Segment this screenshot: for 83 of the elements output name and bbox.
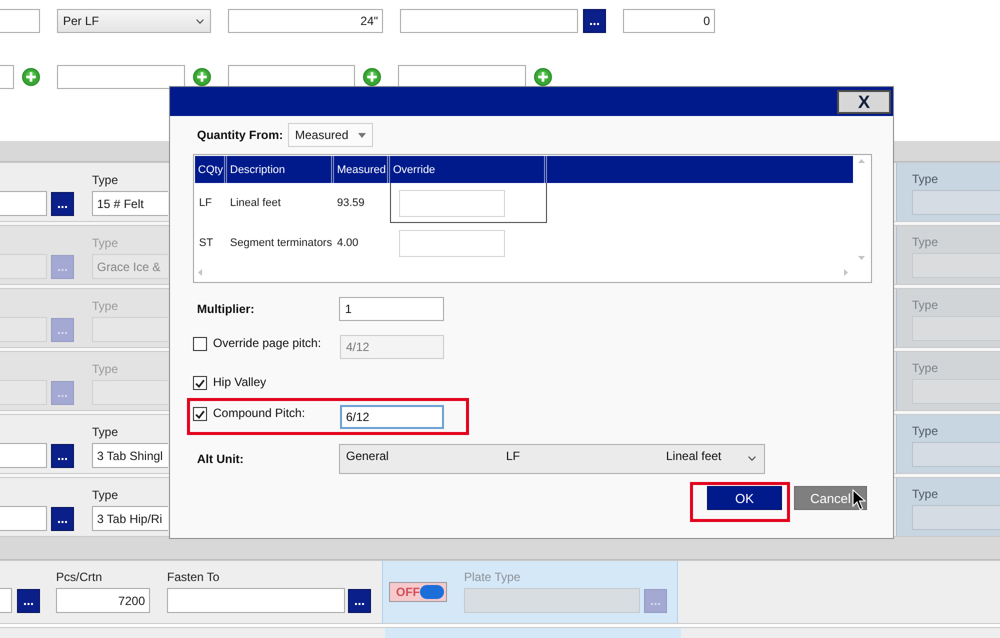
input-field[interactable]: 0 [623,9,715,33]
input-field[interactable]: 7200 [56,588,150,613]
input-field[interactable] [0,191,47,216]
dropdown[interactable]: Measured [288,123,373,147]
field-label: Type [92,173,120,188]
input-field[interactable] [399,230,505,257]
input-field[interactable] [0,506,47,531]
checkmark-icon [195,378,205,388]
input-field[interactable] [57,65,185,89]
browse-button[interactable] [51,507,74,531]
table-cell-text: ST [198,236,214,251]
field-label: Type [92,299,120,314]
table-cell-text: Lineal feet [229,196,282,211]
field-label: Quantity From: [197,128,283,142]
table-cell-text: 4.00 [336,236,360,251]
input-field[interactable]: 3 Tab Hip/Ri [92,506,168,531]
selected-cell[interactable] [390,183,547,223]
field-label: Type [912,424,940,439]
knob-icon [420,585,444,599]
table-cell-text: Segment terminators [229,236,334,251]
checkbox-label: Override page pitch: [213,335,322,351]
field-label: Pcs/Crtn [56,570,104,585]
close-button[interactable]: X [837,90,891,114]
column-header[interactable]: Override [390,156,547,183]
field-label: Type [92,425,120,440]
mouse-pointer-icon [852,489,866,511]
table-cell-text: LF [198,196,213,211]
input-field[interactable]: 6/12 [340,405,444,429]
input-field[interactable]: 15 # Felt [92,191,168,216]
dropdown[interactable]: Per LF [57,9,211,33]
column-header[interactable]: Description [227,156,334,183]
arrow-down-icon[interactable] [858,256,865,260]
input-field[interactable]: 24" [228,9,383,33]
checkbox[interactable] [193,376,207,390]
input-field[interactable] [0,588,12,613]
browse-button[interactable] [51,444,74,468]
add-icon[interactable] [193,68,211,86]
column-header[interactable]: CQty [195,156,227,183]
dropdown[interactable]: General LF Lineal feet [339,444,765,474]
input-field[interactable] [167,588,345,613]
field-label: Alt Unit: [196,452,245,466]
add-icon[interactable] [22,68,40,86]
table-cell-text: 93.59 [336,196,366,211]
input-field[interactable] [912,505,1000,530]
field-label: Multiplier: [196,302,256,316]
field-label: Type [92,488,120,503]
field-label: Type [912,172,940,187]
field-label: Type [912,235,940,250]
input-field[interactable]: 1 [339,297,444,321]
field-label: Type [92,362,120,377]
browse-button[interactable] [17,589,40,613]
field-label: Fasten To [167,570,220,585]
arrow-left-icon[interactable] [198,268,202,276]
field-label: Type [912,298,940,313]
column-header[interactable]: Measured [334,156,390,183]
cancel-button[interactable]: Cancel [794,486,867,510]
field-label: Type [912,361,940,376]
caret-icon [358,132,366,138]
input-field[interactable] [0,65,14,89]
browse-button[interactable] [583,9,606,33]
ok-button[interactable]: OK [707,486,782,510]
add-icon[interactable] [534,68,552,86]
field-label: Plate Type [464,570,522,585]
checkbox-label: Compound Pitch: [213,405,306,421]
browse-button[interactable] [348,589,371,613]
arrow-up-icon[interactable] [858,159,865,163]
browse-button[interactable] [51,192,74,216]
arrow-right-icon[interactable] [844,268,848,276]
checkbox[interactable] [193,407,207,421]
input-field[interactable] [912,190,1000,215]
caret-icon [196,18,204,24]
checkbox-label: Hip Valley [213,374,266,390]
input-field[interactable] [399,190,505,217]
input-field[interactable] [0,443,47,468]
input-field[interactable] [0,9,40,33]
input-field[interactable] [912,442,1000,467]
caret-icon [748,456,756,461]
field-label: Type [92,236,120,251]
field-label: Type [912,487,940,502]
checkmark-icon [195,410,205,418]
add-icon[interactable] [363,68,381,86]
input-field[interactable]: 3 Tab Shingl [92,443,168,468]
input-field[interactable] [400,9,578,33]
